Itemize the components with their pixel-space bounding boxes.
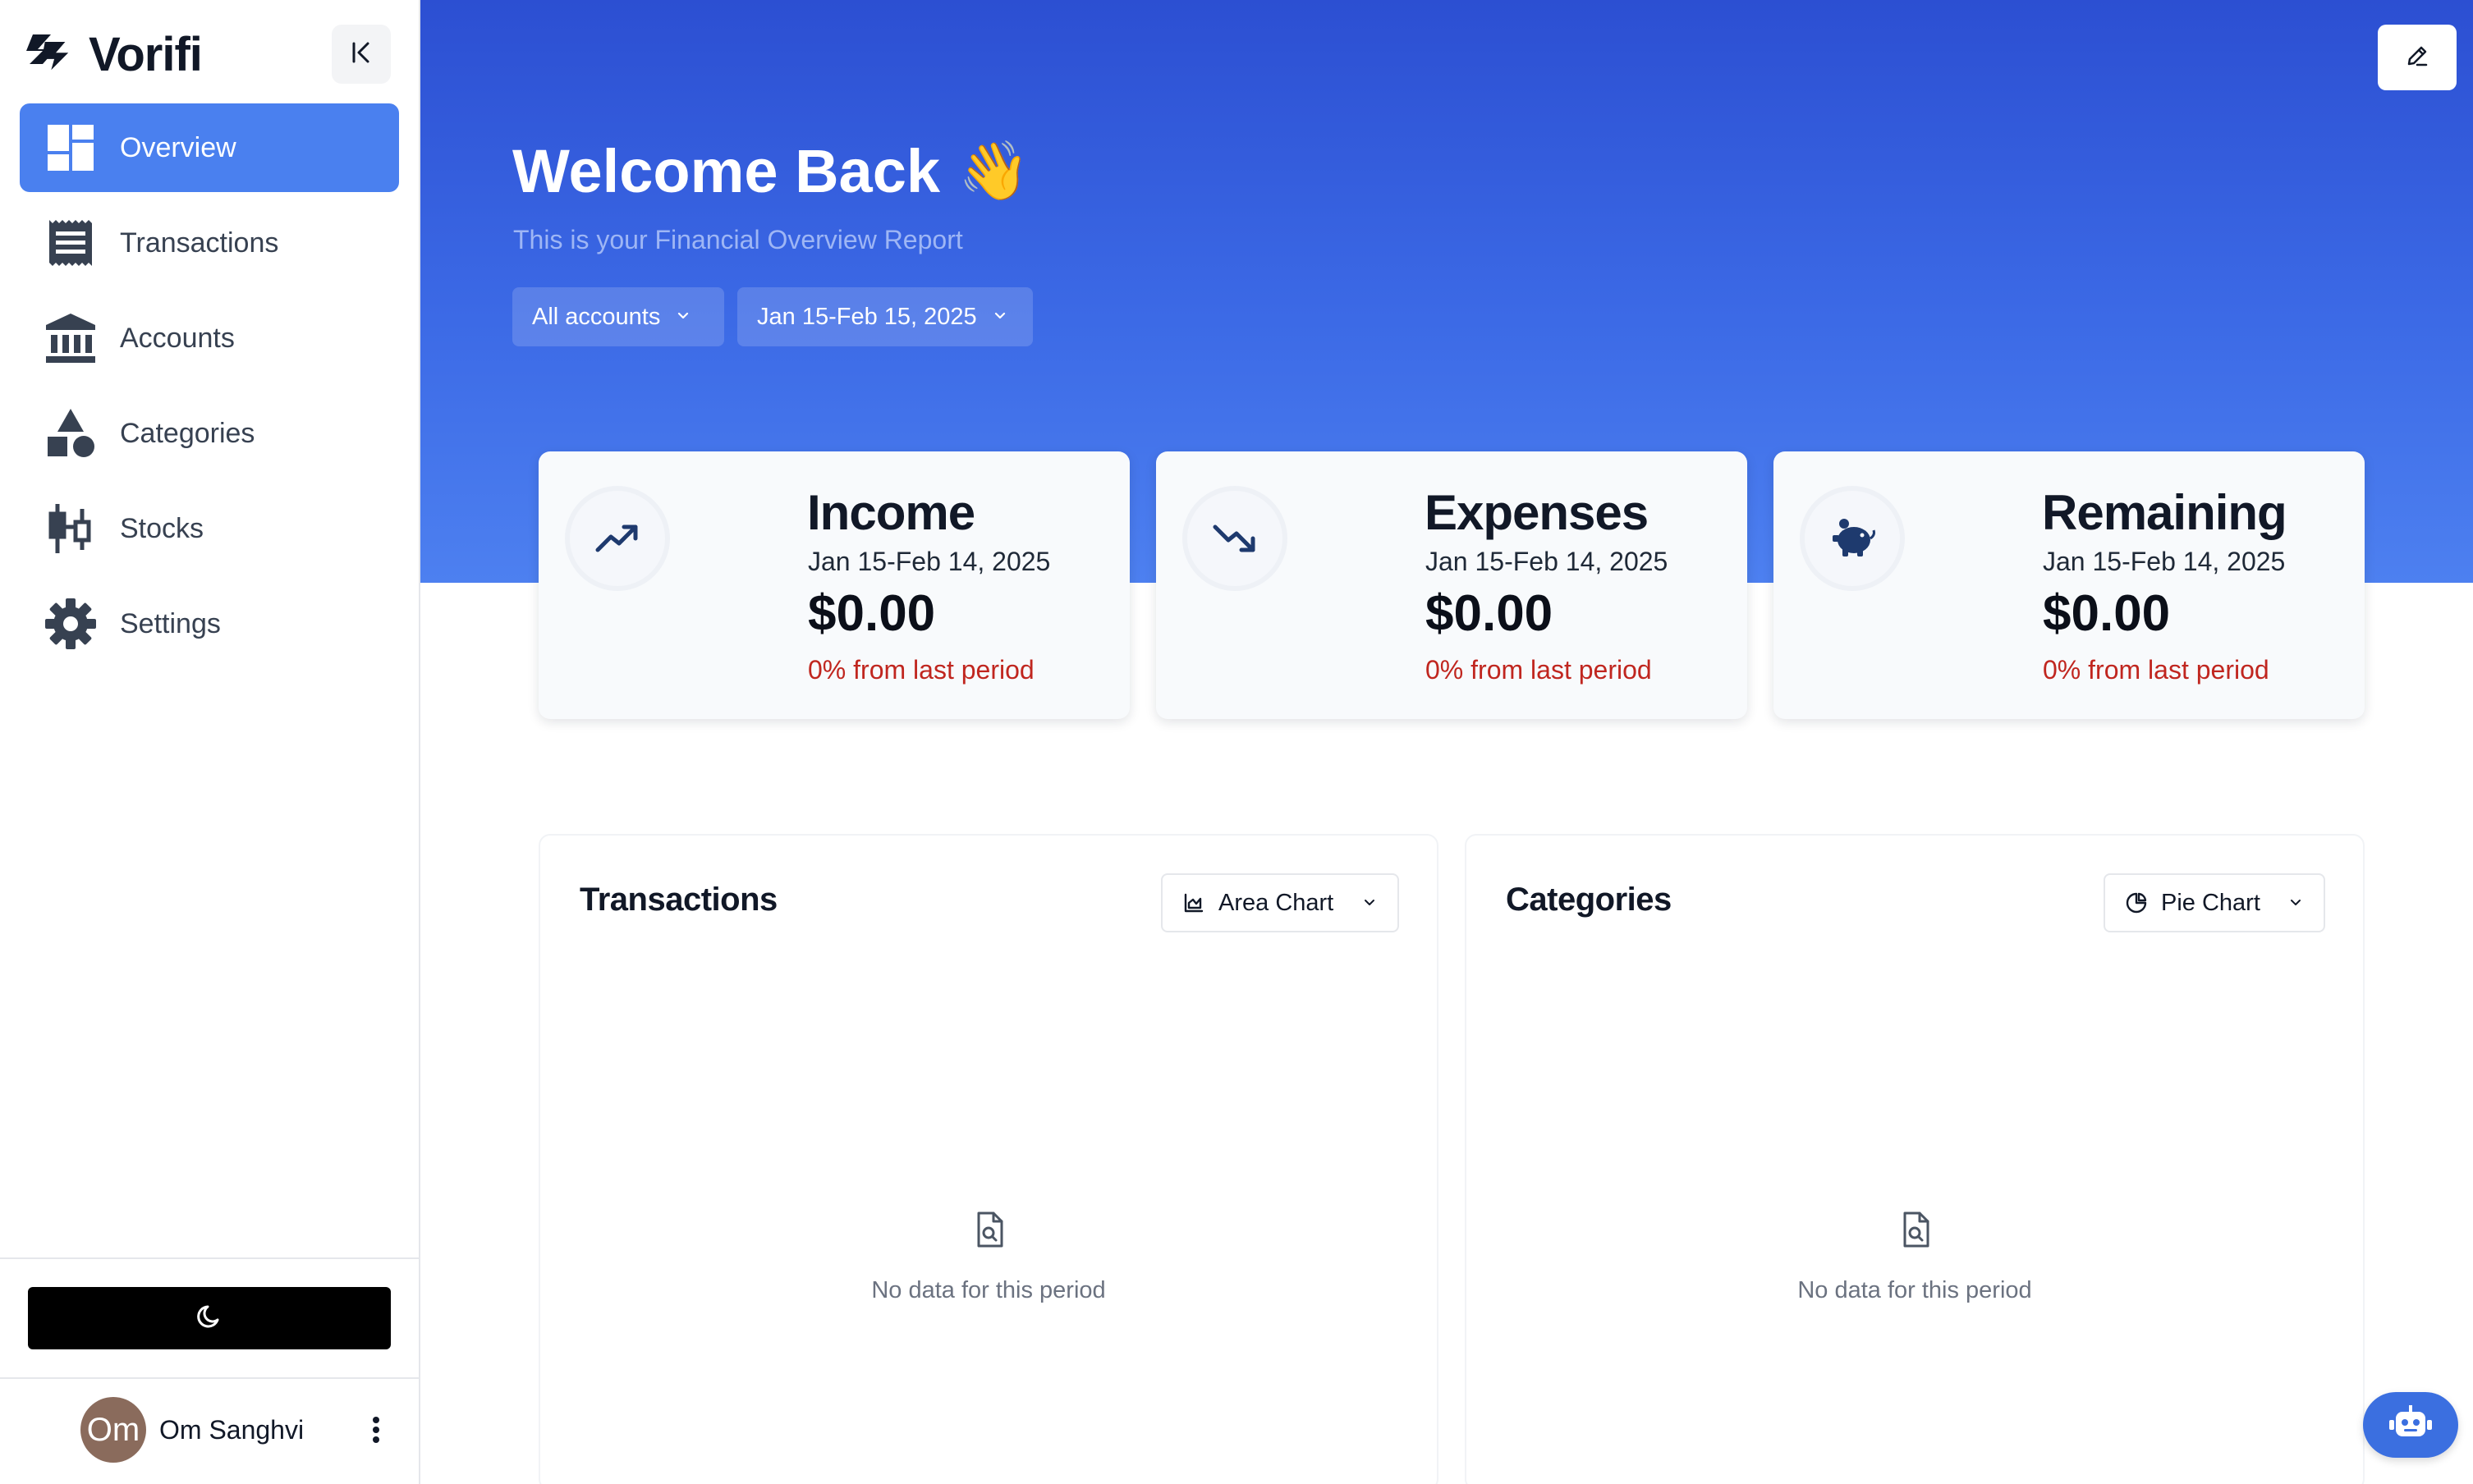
bank-icon — [44, 312, 97, 364]
pencil-icon — [2404, 43, 2430, 73]
account-filter-dropdown[interactable]: All accounts — [512, 287, 724, 346]
chart-type-select[interactable]: Pie Chart — [2104, 873, 2325, 932]
moon-icon — [195, 1302, 224, 1335]
edit-dashboard-button[interactable] — [2378, 25, 2457, 90]
expenses-card: Expenses Jan 15-Feb 14, 2025 $0.00 0% fr… — [1156, 451, 1747, 719]
transactions-panel: Transactions Area Chart No data for this… — [539, 834, 1438, 1484]
chevron-down-icon — [1361, 895, 1378, 911]
collapse-left-icon — [348, 39, 374, 70]
panel-title: Categories — [1506, 882, 1672, 918]
panel-title: Transactions — [580, 882, 778, 918]
theme-toggle-button[interactable] — [28, 1287, 391, 1349]
trending-up-icon — [565, 486, 670, 591]
sidebar-item-label: Overview — [120, 131, 236, 163]
divider — [0, 1257, 419, 1259]
receipt-icon — [44, 217, 97, 269]
chevron-down-icon — [675, 304, 691, 331]
user-profile[interactable]: Om Om Sanghvi — [80, 1397, 392, 1463]
page-subtitle: This is your Financial Overview Report — [513, 225, 963, 254]
page-title: Welcome Back 👋 — [512, 136, 1030, 206]
more-vertical-icon[interactable] — [360, 1405, 392, 1454]
sidebar-item-transactions[interactable]: Transactions — [20, 199, 399, 287]
waving-hand-emoji: 👋 — [958, 138, 1030, 203]
gear-icon — [44, 598, 97, 650]
card-title: Income — [807, 485, 975, 540]
card-amount: $0.00 — [2043, 585, 2171, 642]
sidebar-item-stocks[interactable]: Stocks — [20, 484, 399, 573]
sidebar-item-label: Settings — [120, 607, 221, 639]
empty-state-text: No data for this period — [1797, 1277, 2032, 1303]
remaining-card: Remaining Jan 15-Feb 14, 2025 $0.00 0% f… — [1773, 451, 2365, 719]
app-name: Vorifi — [89, 27, 203, 81]
assistant-button[interactable] — [2363, 1392, 2458, 1458]
sidebar-item-overview[interactable]: Overview — [20, 103, 399, 192]
card-change: 0% from last period — [808, 655, 1035, 685]
sidebar-nav: Overview Transactions Accounts Categorie… — [20, 103, 399, 675]
sidebar-item-label: Accounts — [120, 322, 235, 354]
bot-icon — [2389, 1404, 2432, 1445]
income-card: Income Jan 15-Feb 14, 2025 $0.00 0% from… — [539, 451, 1130, 719]
brand[interactable]: Vorifi — [26, 23, 203, 85]
area-chart-icon — [1182, 891, 1205, 914]
sidebar-item-settings[interactable]: Settings — [20, 579, 399, 668]
candlestick-icon — [44, 502, 97, 555]
divider — [0, 1377, 419, 1379]
date-range-dropdown[interactable]: Jan 15-Feb 15, 2025 — [737, 287, 1033, 346]
card-change: 0% from last period — [2043, 655, 2269, 685]
card-change: 0% from last period — [1425, 655, 1652, 685]
card-date-range: Jan 15-Feb 14, 2025 — [808, 547, 1051, 576]
sidebar-item-label: Transactions — [120, 227, 279, 259]
chart-type-label: Area Chart — [1218, 889, 1334, 916]
card-date-range: Jan 15-Feb 14, 2025 — [2043, 547, 2286, 576]
empty-state-text: No data for this period — [871, 1277, 1106, 1303]
chevron-down-icon — [2287, 895, 2304, 911]
welcome-text: Welcome Back — [512, 137, 940, 205]
file-search-icon — [1893, 1207, 1939, 1253]
shapes-icon — [44, 407, 97, 460]
pie-chart-icon — [2125, 891, 2148, 914]
user-name: Om Sanghvi — [159, 1414, 305, 1445]
sidebar-item-label: Categories — [120, 417, 255, 449]
sidebar-item-categories[interactable]: Categories — [20, 389, 399, 478]
chart-type-label: Pie Chart — [2161, 889, 2260, 916]
avatar: Om — [80, 1397, 146, 1463]
bolt-logo-icon — [26, 31, 72, 77]
chart-type-select[interactable]: Area Chart — [1161, 873, 1399, 932]
card-amount: $0.00 — [808, 585, 936, 642]
categories-panel: Categories Pie Chart No data for this pe… — [1465, 834, 2365, 1484]
card-title: Remaining — [2042, 485, 2287, 540]
sidebar-item-label: Stocks — [120, 512, 204, 544]
dashboard-icon — [44, 121, 97, 174]
account-filter-label: All accounts — [532, 303, 661, 330]
sidebar: Vorifi Overview Transactions Accounts Ca… — [0, 0, 420, 1484]
card-amount: $0.00 — [1425, 585, 1553, 642]
card-title: Expenses — [1425, 485, 1649, 540]
date-range-label: Jan 15-Feb 15, 2025 — [757, 303, 977, 330]
file-search-icon — [967, 1207, 1013, 1253]
piggy-bank-icon — [1800, 486, 1905, 591]
card-date-range: Jan 15-Feb 14, 2025 — [1425, 547, 1668, 576]
sidebar-item-accounts[interactable]: Accounts — [20, 294, 399, 382]
trending-down-icon — [1182, 486, 1287, 591]
collapse-sidebar-button[interactable] — [332, 25, 391, 84]
chevron-down-icon — [992, 304, 1008, 331]
